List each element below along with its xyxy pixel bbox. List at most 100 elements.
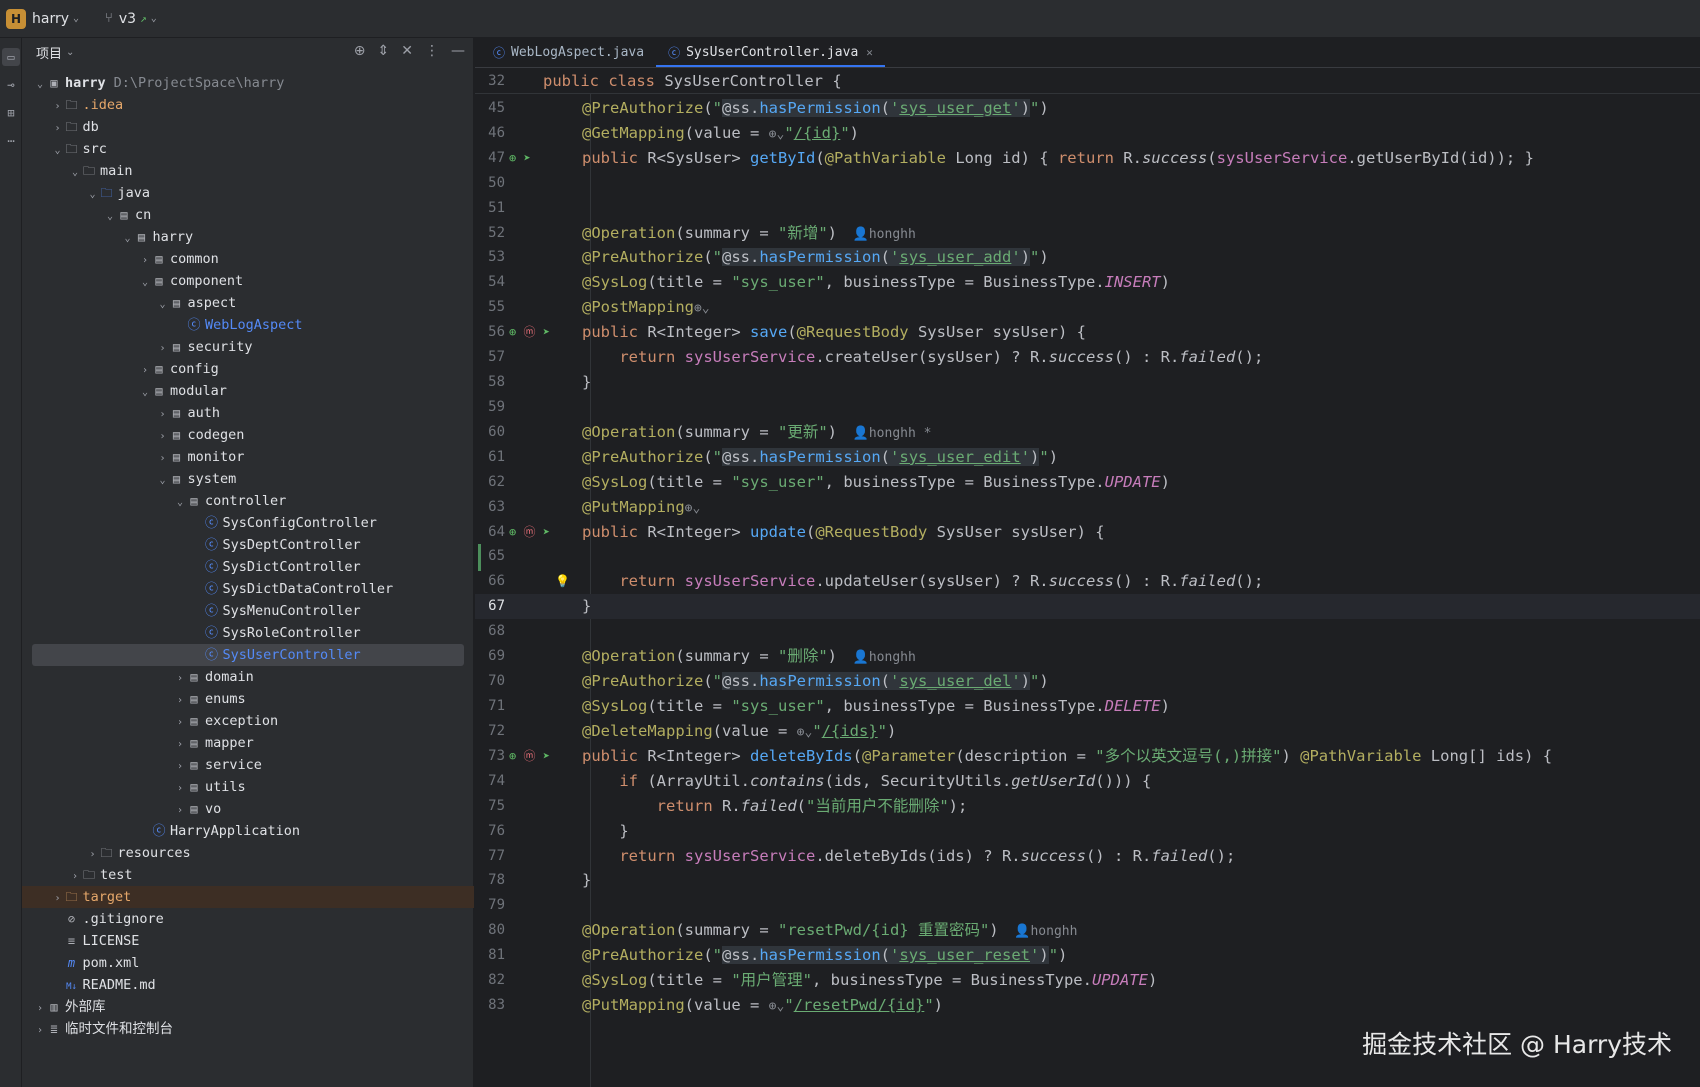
git-branch-icon[interactable]: ⑂ bbox=[105, 11, 113, 26]
code-line[interactable]: 70 @PreAuthorize("@ss.hasPermission('sys_… bbox=[475, 669, 1700, 694]
chevron-down-icon[interactable]: ⌄ bbox=[87, 184, 99, 206]
close-icon[interactable]: ✕ bbox=[866, 46, 873, 59]
chevron-down-icon[interactable]: ⌄ bbox=[69, 162, 81, 184]
tree-item[interactable]: ⓒ WebLogAspect bbox=[22, 314, 474, 336]
lightbulb-icon[interactable]: 💡 bbox=[555, 569, 570, 594]
chevron-down-icon[interactable]: ⌄ bbox=[122, 228, 134, 250]
locate-icon[interactable]: ⊕ bbox=[354, 43, 366, 59]
tree-item[interactable]: ⌄ ▤ cn bbox=[22, 204, 474, 226]
chevron-right-icon[interactable]: › bbox=[34, 998, 46, 1020]
gutter-marker-icons[interactable]: ⊕ ➤ bbox=[509, 146, 531, 171]
editor-tab[interactable]: ⓒ WebLogAspect.java bbox=[481, 37, 656, 67]
code-line[interactable]: 61 @PreAuthorize("@ss.hasPermission('sys_… bbox=[475, 445, 1700, 470]
options-icon[interactable]: ⋮ bbox=[425, 43, 439, 59]
chevron-down-icon[interactable]: ⌄ bbox=[139, 382, 151, 404]
chevron-down-icon[interactable]: ⌄ bbox=[174, 492, 186, 514]
tree-item[interactable]: › ▤ enums bbox=[22, 688, 474, 710]
code-line[interactable]: 73 ⊕ ⓜ ➤ public R<Integer> deleteByIds(@Pa… bbox=[475, 744, 1700, 769]
tree-item[interactable]: ⌄ ▤ aspect bbox=[22, 292, 474, 314]
tree-item[interactable]: › ▤ auth bbox=[22, 402, 474, 424]
tree-item[interactable]: › 🗀 resources bbox=[22, 842, 474, 864]
chevron-right-icon[interactable]: › bbox=[174, 800, 186, 822]
code-line[interactable]: 82 @SysLog(title = "用户管理", businessType =… bbox=[475, 968, 1700, 993]
tree-item[interactable]: › ▤ config bbox=[22, 358, 474, 380]
tree-item[interactable]: ⓒ SysUserController bbox=[32, 644, 464, 666]
chevron-down-icon[interactable]: ⌄ bbox=[151, 13, 157, 24]
chevron-right-icon[interactable]: › bbox=[139, 360, 151, 382]
tree-item[interactable]: › 🗀 target bbox=[22, 886, 474, 908]
vcs-change-marker[interactable] bbox=[478, 544, 481, 572]
tree-item[interactable]: ⓒ SysConfigController bbox=[22, 512, 474, 534]
tree-item[interactable]: ⌄ ▤ harry bbox=[22, 226, 474, 248]
code-line[interactable]: 80 @Operation(summary = "resetPwd/{id} 重置… bbox=[475, 918, 1700, 943]
tree-item[interactable]: ⓒ SysDictController bbox=[22, 556, 474, 578]
code-line[interactable]: 72 @DeleteMapping(value = ⊕⌄"/{ids}") bbox=[475, 719, 1700, 744]
tree-item[interactable]: › ▤ monitor bbox=[22, 446, 474, 468]
code-line[interactable]: 63 @PutMapping⊕⌄ bbox=[475, 495, 1700, 520]
commit-icon[interactable]: ⊸ bbox=[2, 76, 20, 94]
tree-item[interactable]: m pom.xml bbox=[22, 952, 474, 974]
code-line[interactable]: 69 @Operation(summary = "删除") 👤honghh bbox=[475, 644, 1700, 669]
tree-item[interactable]: ⓒ SysDeptController bbox=[22, 534, 474, 556]
chevron-right-icon[interactable]: › bbox=[157, 448, 169, 470]
tree-item[interactable]: › 🗀 db bbox=[22, 116, 474, 138]
project-badge[interactable]: H bbox=[6, 8, 26, 29]
tree-item[interactable]: ≡ LICENSE bbox=[22, 930, 474, 952]
code-author-hint[interactable]: honghh bbox=[1030, 924, 1077, 939]
code-editor[interactable]: 32 public class SysUserController {45 @Pre… bbox=[475, 69, 1700, 1087]
chevron-right-icon[interactable]: › bbox=[87, 844, 99, 866]
code-line[interactable]: 66 💡 return sysUserService.updateUser(sys… bbox=[475, 569, 1700, 594]
gutter-marker-icons[interactable]: ⊕ ⓜ ➤ bbox=[509, 744, 550, 769]
chevron-right-icon[interactable]: › bbox=[69, 866, 81, 888]
code-line[interactable]: 76 } bbox=[475, 819, 1700, 844]
tree-item[interactable]: M↓ README.md bbox=[22, 974, 474, 996]
chevron-down-icon[interactable]: ⌄ bbox=[73, 13, 79, 24]
code-author-hint[interactable]: honghh bbox=[869, 650, 916, 665]
tree-item[interactable]: ⌄ 🗀 java bbox=[22, 182, 474, 204]
chevron-right-icon[interactable]: › bbox=[157, 338, 169, 360]
tree-item[interactable]: › 🗀 test bbox=[22, 864, 474, 886]
tree-item[interactable]: ⓒ HarryApplication bbox=[22, 820, 474, 842]
project-folder-icon[interactable]: ▭ bbox=[2, 48, 20, 66]
tree-item[interactable]: ⌄ ▣ harry D:\ProjectSpace\harry bbox=[22, 72, 474, 94]
tree-item[interactable]: › ▤ service bbox=[22, 754, 474, 776]
project-name[interactable]: harry bbox=[32, 11, 69, 27]
tree-item[interactable]: ⓒ SysMenuController bbox=[22, 600, 474, 622]
tree-item[interactable]: › ▤ mapper bbox=[22, 732, 474, 754]
tree-item[interactable]: ⌄ 🗀 main bbox=[22, 160, 474, 182]
code-line[interactable]: 83 @PutMapping(value = ⊕⌄"/resetPwd/{id}"… bbox=[475, 993, 1700, 1018]
code-line[interactable]: 62 @SysLog(title = "sys_user", businessTy… bbox=[475, 470, 1700, 495]
code-line[interactable]: 45 @PreAuthorize("@ss.hasPermission('sys_… bbox=[475, 96, 1700, 121]
chevron-right-icon[interactable]: › bbox=[174, 712, 186, 734]
code-line[interactable]: 81 @PreAuthorize("@ss.hasPermission('sys_… bbox=[475, 943, 1700, 968]
chevron-down-icon[interactable]: ⌄ bbox=[139, 272, 151, 294]
chevron-right-icon[interactable]: › bbox=[52, 118, 64, 140]
code-line[interactable]: 52 @Operation(summary = "新增") 👤honghh bbox=[475, 221, 1700, 246]
code-author-hint[interactable]: honghh * bbox=[869, 426, 932, 441]
chevron-right-icon[interactable]: › bbox=[139, 250, 151, 272]
tree-item[interactable]: › ▤ security bbox=[22, 336, 474, 358]
editor-tab[interactable]: ⓒ SysUserController.java ✕ bbox=[656, 37, 885, 67]
chevron-right-icon[interactable]: › bbox=[34, 1020, 46, 1042]
collapse-all-icon[interactable]: ✕ bbox=[401, 43, 413, 59]
code-line[interactable]: 77 return sysUserService.deleteByIds(ids… bbox=[475, 844, 1700, 869]
code-line[interactable]: 47 ⊕ ➤ public R<SysUser> getById(@PathVari… bbox=[475, 146, 1700, 171]
structure-icon[interactable]: ⊞ bbox=[2, 104, 20, 122]
branch-name[interactable]: v3 bbox=[119, 11, 136, 27]
project-panel-title[interactable]: 项目 bbox=[36, 43, 62, 62]
expand-all-icon[interactable]: ⇕ bbox=[378, 43, 390, 59]
code-line[interactable]: 57 return sysUserService.createUser(sysU… bbox=[475, 345, 1700, 370]
tree-item[interactable]: › 🗀 .idea bbox=[22, 94, 474, 116]
tree-item[interactable]: › ▤ common bbox=[22, 248, 474, 270]
chevron-down-icon[interactable]: ⌄ bbox=[157, 470, 169, 492]
chevron-right-icon[interactable]: › bbox=[52, 888, 64, 910]
tree-item[interactable]: ⓒ SysRoleController bbox=[22, 622, 474, 644]
gutter-marker-icons[interactable]: ⊕ ⓜ ➤ bbox=[509, 320, 550, 345]
code-line[interactable]: 59 bbox=[475, 395, 1700, 420]
code-author-hint[interactable]: honghh bbox=[869, 227, 916, 242]
sticky-header-line[interactable]: 32 public class SysUserController { bbox=[475, 69, 1700, 94]
tree-item[interactable]: ⌄ ▤ controller bbox=[22, 490, 474, 512]
more-icon[interactable]: ⋯ bbox=[2, 132, 20, 150]
tree-item[interactable]: › ▥ 外部库 bbox=[22, 996, 474, 1018]
chevron-down-icon[interactable]: ⌄ bbox=[104, 206, 116, 228]
